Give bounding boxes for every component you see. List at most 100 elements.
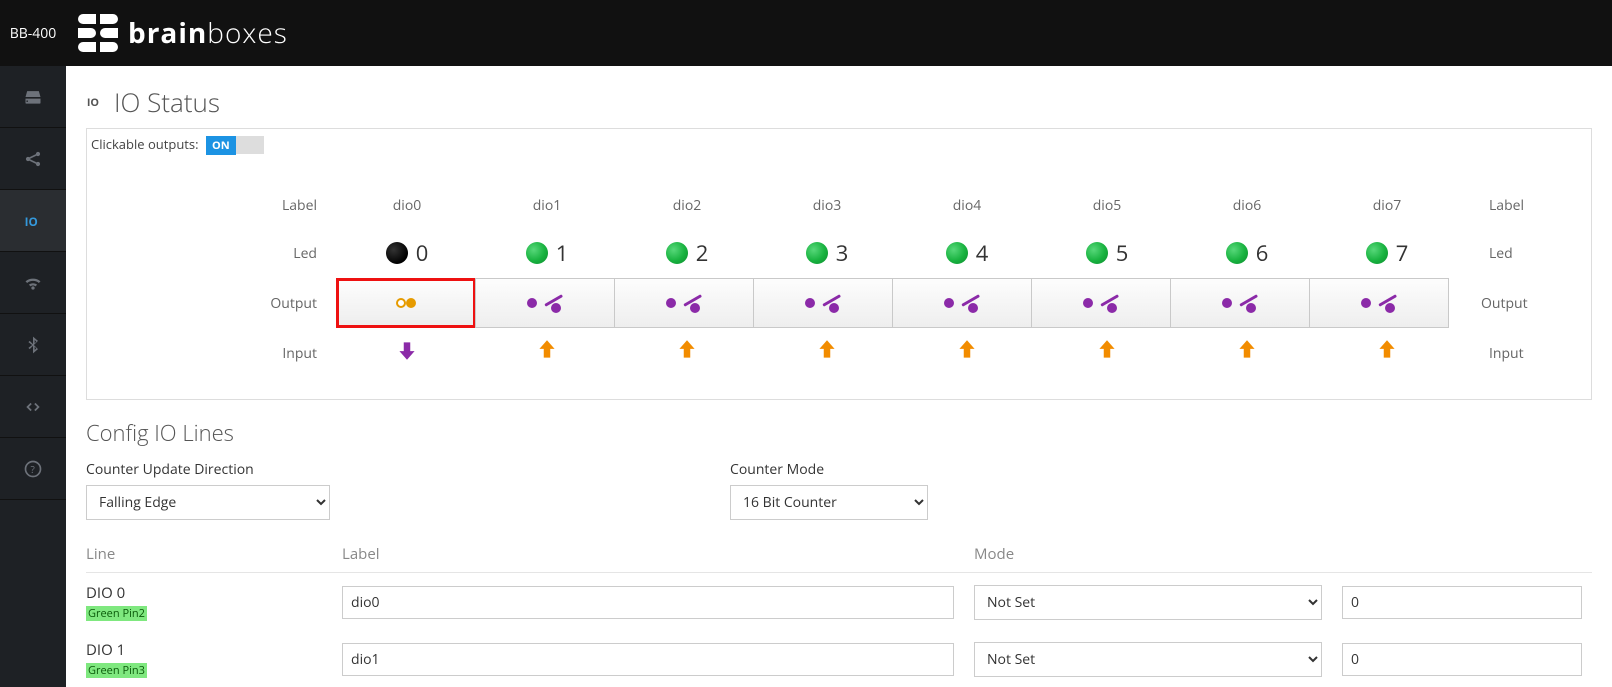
io-number: 0 — [416, 238, 429, 268]
led-icon — [386, 242, 408, 264]
row-header-output-left: Output — [107, 294, 337, 313]
counter-mode-select[interactable]: 16 Bit Counter — [730, 485, 928, 520]
counter-direction-select[interactable]: Falling Edge — [86, 485, 330, 520]
io-icon: IO — [23, 211, 43, 231]
io-output-7[interactable] — [1309, 278, 1449, 328]
toggle-on-label: ON — [206, 136, 236, 155]
io-input-1 — [477, 334, 617, 372]
switch-open-icon — [944, 293, 980, 313]
svg-text:IO: IO — [25, 215, 38, 230]
clickable-outputs-toggle[interactable]: ON — [206, 136, 264, 155]
counter-mode-field: Counter Mode 16 Bit Counter — [730, 460, 928, 520]
io-led-7: 7 — [1317, 238, 1457, 268]
arrow-up-icon — [534, 334, 560, 372]
io-label-2: dio2 — [617, 196, 757, 215]
arrow-up-icon — [1094, 334, 1120, 372]
sidebar-item-help[interactable]: ? — [0, 438, 66, 500]
arrow-up-icon — [674, 334, 700, 372]
io-label-5: dio5 — [1037, 196, 1177, 215]
page-title-text: IO Status — [114, 84, 220, 120]
config-table: Line Label Mode DIO 0Green Pin2Not SetDI… — [86, 536, 1592, 687]
main-content: IO IO Status Clickable outputs: ON Label… — [66, 66, 1612, 687]
io-led-3: 3 — [757, 238, 897, 268]
switch-open-icon — [1083, 293, 1119, 313]
config-table-header: Line Label Mode — [86, 536, 1592, 573]
col-header-label: Label — [342, 544, 974, 564]
counter-mode-label: Counter Mode — [730, 460, 928, 479]
config-mode-select[interactable]: Not Set — [974, 642, 1322, 677]
config-count-input[interactable] — [1342, 586, 1582, 619]
sidebar-item-wifi[interactable] — [0, 252, 66, 314]
io-led-1: 1 — [477, 238, 617, 268]
arrow-up-icon — [814, 334, 840, 372]
io-title-icon: IO — [86, 92, 106, 112]
io-output-1[interactable] — [475, 278, 615, 328]
sidebar-item-disk[interactable] — [0, 66, 66, 128]
row-header-input-right: Input — [1457, 344, 1537, 363]
help-icon: ? — [23, 459, 43, 479]
io-input-0 — [337, 334, 477, 372]
io-label-7: dio7 — [1317, 196, 1457, 215]
io-input-2 — [617, 334, 757, 372]
config-top-row: Counter Update Direction Falling Edge Co… — [86, 460, 1592, 520]
io-label-6: dio6 — [1177, 196, 1317, 215]
config-line-name: DIO 0 — [86, 583, 342, 603]
config-mode-select[interactable]: Not Set — [974, 585, 1322, 620]
wifi-icon — [23, 273, 43, 293]
share-icon — [23, 149, 43, 169]
counter-direction-label: Counter Update Direction — [86, 460, 330, 479]
sidebar-item-bluetooth[interactable] — [0, 314, 66, 376]
row-header-output-right: Output — [1449, 294, 1529, 313]
io-number: 2 — [696, 238, 709, 268]
io-input-6 — [1177, 334, 1317, 372]
io-output-5[interactable] — [1031, 278, 1171, 328]
row-header-led-left: Led — [107, 244, 337, 263]
io-output-3[interactable] — [753, 278, 893, 328]
counter-direction-field: Counter Update Direction Falling Edge — [86, 460, 330, 520]
svg-text:IO: IO — [87, 95, 99, 110]
brand-text-thin: boxes — [207, 14, 287, 52]
io-led-0: 0 — [337, 238, 477, 268]
io-input-5 — [1037, 334, 1177, 372]
led-icon — [1226, 242, 1248, 264]
led-icon — [946, 242, 968, 264]
switch-open-icon — [666, 293, 702, 313]
io-label-1: dio1 — [477, 196, 617, 215]
arrow-up-icon — [1374, 334, 1400, 372]
svg-text:?: ? — [31, 462, 36, 476]
io-input-7 — [1317, 334, 1457, 372]
io-output-2[interactable] — [614, 278, 754, 328]
switch-open-icon — [805, 293, 841, 313]
config-row-0: DIO 0 Green Pin2 Not Set — [86, 573, 1592, 630]
io-output-4[interactable] — [892, 278, 1032, 328]
led-icon — [806, 242, 828, 264]
brand-logo: brainboxes — [78, 14, 288, 52]
col-header-mode: Mode — [974, 544, 1342, 564]
row-header-input-left: Input — [107, 344, 337, 363]
brand-text-bold: brain — [128, 14, 207, 52]
config-pin-badge: Green Pin3 — [86, 663, 147, 678]
sidebar-item-share[interactable] — [0, 128, 66, 190]
arrow-down-icon — [394, 334, 420, 372]
led-icon — [1086, 242, 1108, 264]
io-number: 4 — [976, 238, 989, 268]
bluetooth-icon — [23, 335, 43, 355]
disk-icon — [23, 87, 43, 107]
config-pin-badge: Green Pin2 — [86, 606, 147, 621]
led-icon — [1366, 242, 1388, 264]
io-output-0[interactable] — [336, 278, 476, 328]
sidebar-item-io[interactable]: IO — [0, 190, 66, 252]
io-led-5: 5 — [1037, 238, 1177, 268]
io-number: 7 — [1396, 238, 1409, 268]
sidebar-item-code[interactable] — [0, 376, 66, 438]
arrow-up-icon — [1234, 334, 1260, 372]
config-label-input[interactable] — [342, 643, 954, 676]
code-icon — [23, 397, 43, 417]
config-count-input[interactable] — [1342, 643, 1582, 676]
switch-closed-icon — [396, 298, 416, 308]
io-output-6[interactable] — [1170, 278, 1310, 328]
config-label-input[interactable] — [342, 586, 954, 619]
io-number: 6 — [1256, 238, 1269, 268]
io-number: 3 — [836, 238, 849, 268]
io-label-0: dio0 — [337, 196, 477, 215]
